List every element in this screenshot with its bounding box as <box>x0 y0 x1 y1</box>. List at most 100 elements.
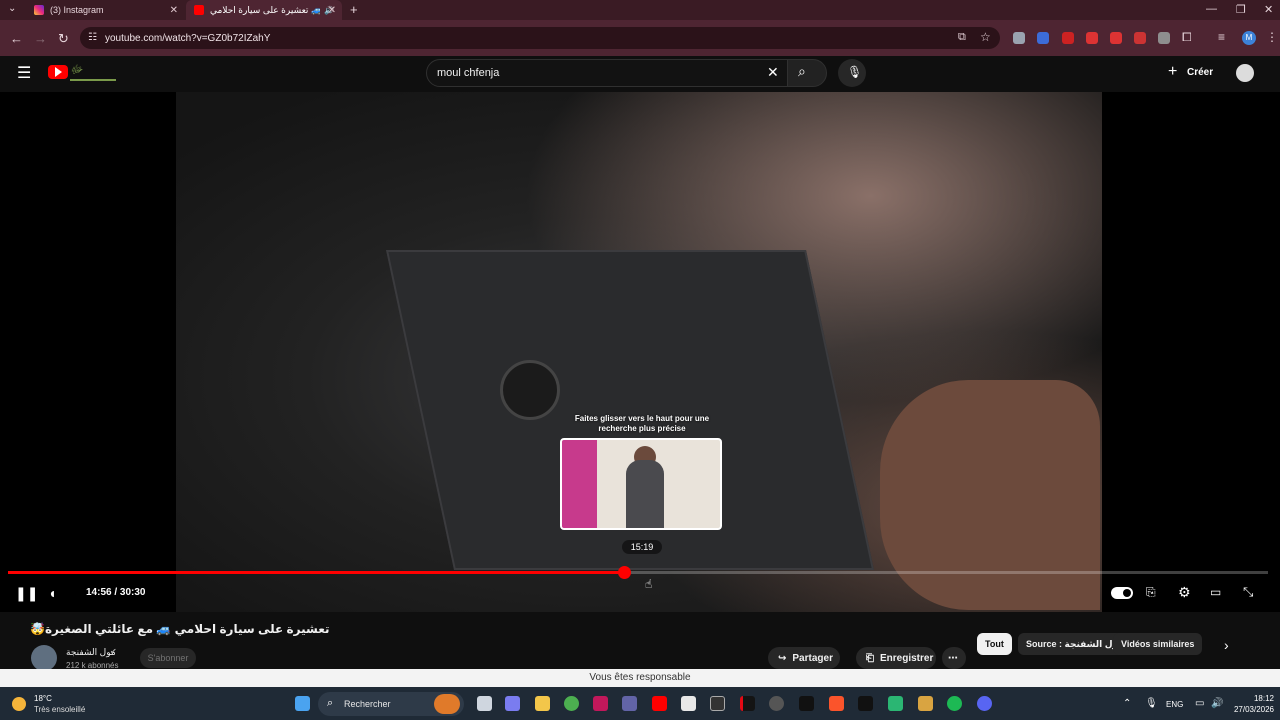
extension-icon[interactable] <box>1037 32 1049 44</box>
window-close-icon[interactable]: ✕ <box>1264 3 1273 16</box>
brave-icon[interactable] <box>829 696 844 711</box>
maximize-icon[interactable]: ❐ <box>1236 3 1246 16</box>
create-button[interactable]: Créer <box>1187 67 1213 78</box>
clock-date[interactable]: 27/03/2026 <box>1226 705 1274 714</box>
weather-sun-icon[interactable] <box>12 697 26 711</box>
search-highlight-icon <box>434 694 460 714</box>
windows-taskbar <box>0 687 1280 720</box>
extension-icon[interactable] <box>1158 32 1170 44</box>
bookmark-icon: ⎗ <box>866 652 874 664</box>
youtube-icon <box>194 5 204 15</box>
create-plus-icon[interactable]: + <box>1168 63 1177 81</box>
more-actions-button[interactable]: ⋯ <box>942 647 966 669</box>
tray-volume-icon[interactable]: 🔊 <box>1211 698 1223 709</box>
spotify-icon[interactable] <box>947 696 962 711</box>
chip-similar-videos[interactable]: Vidéos similaires <box>1113 633 1203 655</box>
save-button[interactable]: ⎗ Enregistrer <box>856 647 936 669</box>
preview-person-body <box>626 460 664 528</box>
profile-avatar[interactable]: M <box>1242 31 1256 45</box>
xm-icon[interactable] <box>799 696 814 711</box>
chips-next-chevron-icon[interactable]: › <box>1224 637 1229 653</box>
time-display: 14:56 / 30:30 <box>86 587 146 598</box>
browser-tab-bar: ⌄ (3) Instagram ✕ تعشيرة على سيارة احلام… <box>0 0 1280 20</box>
search-button[interactable] <box>787 59 827 87</box>
extension-icon[interactable] <box>1110 32 1122 44</box>
play-triangle-icon <box>55 67 62 77</box>
back-arrow-icon[interactable]: ← <box>10 31 23 46</box>
video-content-hand <box>880 380 1100 610</box>
app-icon[interactable] <box>918 696 933 711</box>
netflix-icon[interactable] <box>740 696 755 711</box>
task-view-icon[interactable] <box>477 696 492 711</box>
microphone-icon: 🎙 <box>847 65 863 79</box>
reading-list-icon[interactable]: ≡ <box>1218 30 1225 44</box>
hamburger-menu-icon[interactable]: ☰ <box>17 63 31 83</box>
bookmark-star-icon[interactable]: ☆ <box>980 30 991 44</box>
weather-temperature[interactable]: 18°C <box>34 694 52 703</box>
progress-fill <box>8 571 625 574</box>
app-icon[interactable] <box>710 696 725 711</box>
channel-name[interactable]: مول الشفنجة <box>66 647 116 658</box>
new-tab-plus-icon[interactable]: + <box>350 2 358 17</box>
minimize-icon[interactable]: — <box>1206 3 1217 15</box>
site-info-icon[interactable]: ☷ <box>88 32 97 43</box>
chip-all[interactable]: Tout <box>977 633 1012 655</box>
search-input[interactable]: moul chfenja <box>437 67 499 79</box>
share-label: Partager <box>792 652 833 664</box>
weather-condition[interactable]: Très ensoleillé <box>34 705 85 714</box>
copilot-icon[interactable] <box>505 696 520 711</box>
mouse-cursor-icon: ☝ <box>645 577 653 591</box>
app-icon[interactable] <box>593 696 608 711</box>
file-explorer-icon[interactable] <box>535 696 550 711</box>
reload-icon[interactable]: ↻ <box>58 31 69 47</box>
clear-search-icon[interactable]: ✕ <box>767 64 779 81</box>
tray-mic-icon[interactable]: 🎙 <box>1145 698 1158 709</box>
doodle-logo[interactable]: ﷻ <box>70 63 116 81</box>
tab-label: (3) Instagram <box>50 5 104 15</box>
language-indicator[interactable]: ENG <box>1166 700 1183 709</box>
fullscreen-icon[interactable]: ⤡ <box>1243 584 1253 600</box>
url-text[interactable]: youtube.com/watch?v=GZ0b72IZahY <box>105 33 270 44</box>
close-tab-icon[interactable]: ✕ <box>328 5 336 16</box>
instagram-icon <box>34 5 44 15</box>
forward-arrow-icon[interactable]: → <box>34 31 47 46</box>
close-tab-icon[interactable]: ✕ <box>170 5 178 16</box>
youtube-taskbar-icon[interactable] <box>652 696 667 711</box>
settings-gear-icon[interactable]: ⚙ <box>1178 584 1191 601</box>
share-button[interactable]: ↪ Partager <box>768 647 840 669</box>
video-title: 🤯تعشيرة على سيارة احلامي 🚙 مع عائلتي الص… <box>30 622 330 636</box>
volume-icon[interactable]: ◖ <box>48 585 56 601</box>
tradingview-icon[interactable] <box>858 696 873 711</box>
subtitles-icon[interactable]: ⎘ <box>1146 585 1156 600</box>
tab-label: تعشيرة على سيارة احلامي 🚙 <box>210 4 320 15</box>
notification-banner: Vous êtes responsable <box>0 669 1280 687</box>
tab-instagram[interactable]: (3) Instagram ✕ <box>26 0 184 20</box>
tray-chevron-icon[interactable]: ⌃ <box>1123 698 1131 709</box>
chrome-icon[interactable] <box>564 696 579 711</box>
miniplayer-icon[interactable]: ▭ <box>1210 585 1221 599</box>
tab-list-chevron-icon[interactable]: ⌄ <box>8 3 16 14</box>
app-icon[interactable] <box>769 696 784 711</box>
extensions-puzzle-icon[interactable]: ⧠ <box>1182 30 1192 45</box>
teams-icon[interactable] <box>622 696 637 711</box>
taskbar-search-label[interactable]: Rechercher <box>344 699 391 709</box>
pause-icon[interactable]: ❚❚ <box>15 585 38 602</box>
channel-avatar[interactable] <box>31 645 57 671</box>
windows-start-icon[interactable] <box>295 696 310 711</box>
extension-icon[interactable] <box>1062 32 1074 44</box>
clock-time[interactable]: 18:12 <box>1236 694 1274 703</box>
tab-youtube[interactable]: تعشيرة على سيارة احلامي 🚙 🔊 ✕ <box>186 0 342 20</box>
seek-preview-time: 15:19 <box>622 540 662 554</box>
subscribe-button[interactable]: S'abonner <box>140 648 196 668</box>
tray-display-icon[interactable]: ▭ <box>1195 698 1204 709</box>
browser-menu-icon[interactable]: ⋮ <box>1266 30 1278 44</box>
discord-icon[interactable] <box>977 696 992 711</box>
extension-icon[interactable] <box>1013 32 1025 44</box>
app-icon[interactable] <box>888 696 903 711</box>
app-fn-icon[interactable] <box>681 696 696 711</box>
extension-icon[interactable] <box>1134 32 1146 44</box>
account-avatar[interactable] <box>1236 64 1254 82</box>
extension-icon[interactable] <box>1086 32 1098 44</box>
progress-bar[interactable] <box>8 566 1268 579</box>
install-app-icon[interactable]: ⧉ <box>958 31 966 44</box>
